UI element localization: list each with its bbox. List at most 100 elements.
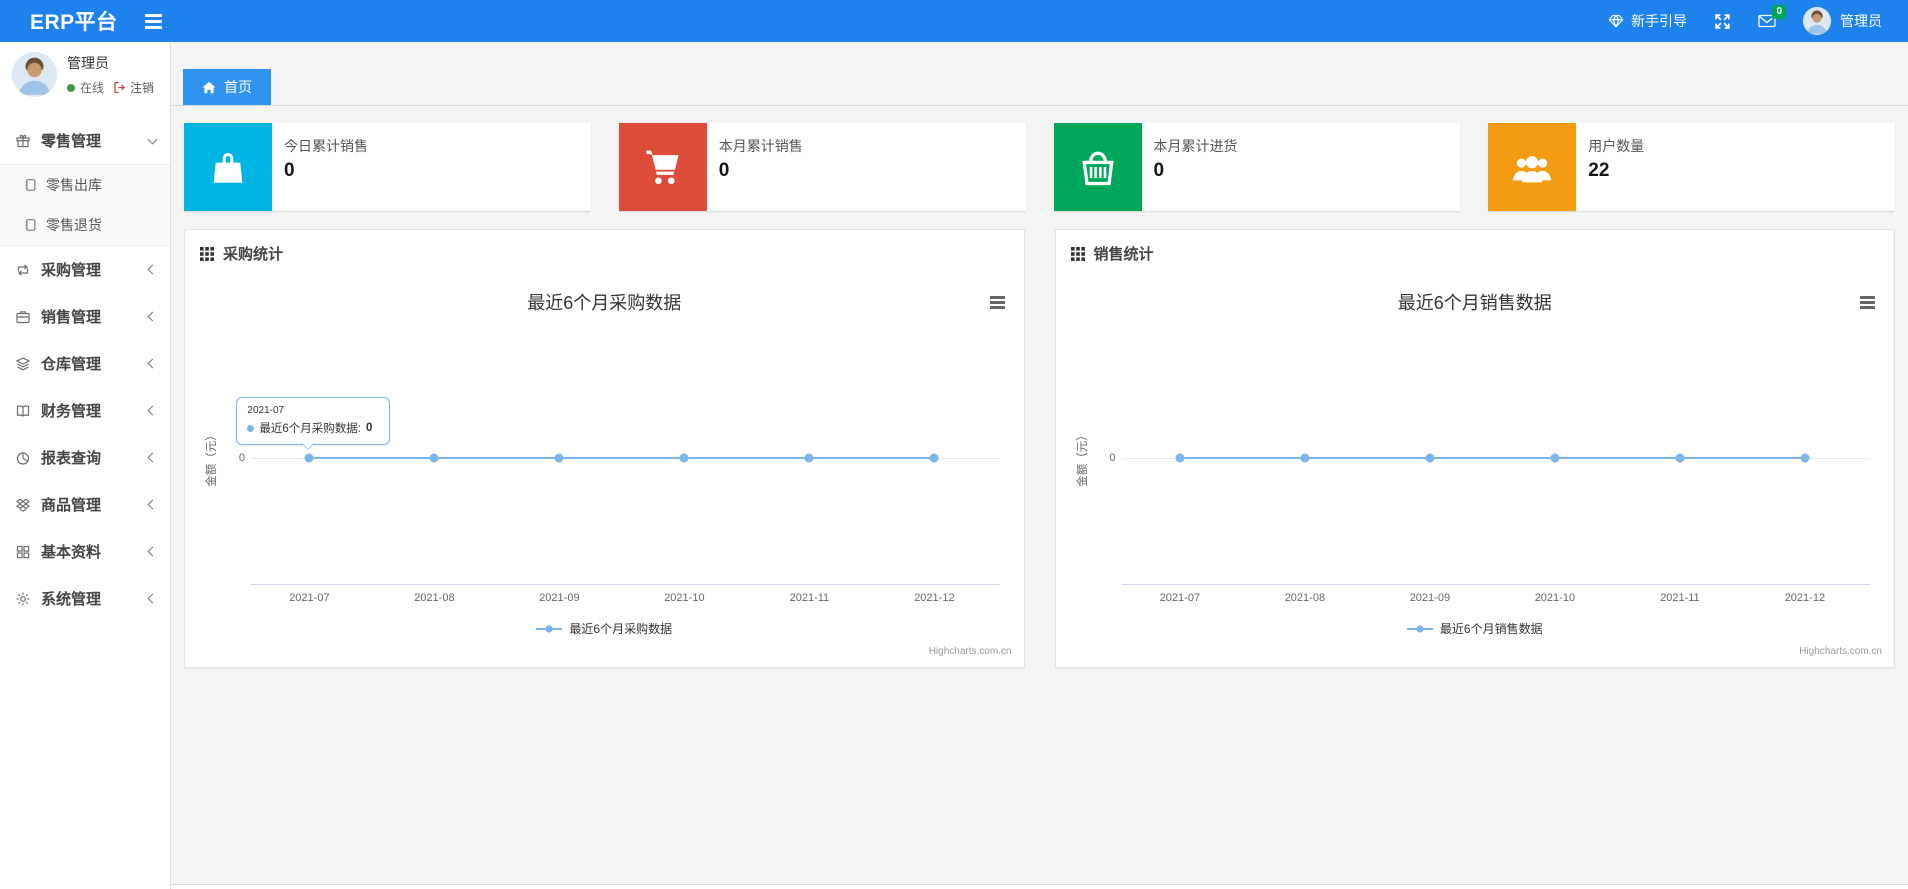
guide-link[interactable]: 新手引导 xyxy=(1608,11,1687,31)
logout-button[interactable]: 注销 xyxy=(113,79,154,96)
y-axis-tick: 0 xyxy=(1109,452,1116,465)
purchase-chart: 最近6个月采购数据 金额（元） 0 2021-07 2021-08 2021-0… xyxy=(195,275,1014,663)
series-line xyxy=(309,457,935,460)
sidebar: 管理员 在线 注销 零售管理 零售出库 零售退货 采购管理 销售管理 仓库管理 … xyxy=(0,42,171,889)
data-point xyxy=(804,453,814,463)
sidebar-item-label: 采购管理 xyxy=(41,262,102,279)
tab-bar: 首页 xyxy=(171,42,1908,106)
online-status: 在线 xyxy=(80,81,105,95)
grid-icon xyxy=(15,544,31,560)
y-axis-tick: 0 xyxy=(238,452,245,465)
page-footer xyxy=(171,884,1908,889)
x-axis-label: 2021-09 xyxy=(539,592,580,604)
legend-label: 最近6个月销售数据 xyxy=(1439,622,1543,636)
panel-header: 销售统计 xyxy=(1056,230,1895,275)
fullscreen-button[interactable] xyxy=(1714,13,1731,30)
sidebar-item-warehouse[interactable]: 仓库管理 xyxy=(0,340,170,387)
stat-value: 22 xyxy=(1588,160,1610,181)
stat-card-month-sales: 本月累计销售 0 xyxy=(618,123,1026,211)
sidebar-item-label: 销售管理 xyxy=(41,309,102,326)
sidebar-item-retail-outbound[interactable]: 零售出库 xyxy=(0,165,170,205)
stat-value: 0 xyxy=(284,160,295,181)
stat-cards-row: 今日累计销售 0 本月累计销售 0 本月累计进货 0 用户数量 22 xyxy=(184,123,1895,211)
user-menu[interactable]: 管理员 xyxy=(1803,7,1882,35)
sidebar-item-sales[interactable]: 销售管理 xyxy=(0,293,170,340)
legend-marker-icon xyxy=(1406,624,1433,633)
shopping-cart-icon xyxy=(618,123,707,211)
messages-button[interactable]: 0 xyxy=(1758,5,1786,29)
x-axis-label: 2021-07 xyxy=(289,592,330,604)
sidebar-item-label: 基本资料 xyxy=(41,544,102,561)
x-axis-label: 2021-11 xyxy=(789,592,830,604)
sidebar-item-label: 系统管理 xyxy=(41,591,102,608)
purchase-stats-panel: 采购统计 最近6个月采购数据 金额（元） 0 2021-07 2021-08 2… xyxy=(184,229,1025,668)
sidebar-item-retail[interactable]: 零售管理 xyxy=(0,117,170,164)
data-point xyxy=(1425,453,1435,463)
series-line xyxy=(1179,457,1805,460)
pie-chart-icon xyxy=(15,450,31,466)
home-icon xyxy=(202,81,216,94)
legend-marker-icon xyxy=(536,624,563,633)
y-axis-title: 金额（元） xyxy=(1076,429,1089,487)
journal-icon xyxy=(23,178,37,192)
dropbox-icon xyxy=(15,497,31,513)
chevron-left-icon xyxy=(147,264,158,275)
guide-label: 新手引导 xyxy=(1631,13,1687,29)
avatar xyxy=(1803,7,1831,35)
data-point xyxy=(1300,453,1310,463)
data-point xyxy=(679,453,689,463)
sidebar-toggle-icon[interactable] xyxy=(144,13,162,29)
x-axis-label: 2021-12 xyxy=(914,592,955,604)
x-axis-label: 2021-08 xyxy=(1284,592,1326,604)
highcharts-credit[interactable]: Highcharts.com.cn xyxy=(1799,646,1882,657)
chevron-left-icon xyxy=(147,311,158,322)
panel-header: 采购统计 xyxy=(185,230,1024,275)
plot-area: 金额（元） 0 2021-07 2021-08 2021-09 2021-10 … xyxy=(1077,327,1870,604)
chart-context-menu-button[interactable] xyxy=(1857,291,1878,314)
stat-value: 0 xyxy=(718,160,730,181)
briefcase-icon xyxy=(15,309,31,325)
data-point xyxy=(429,453,439,463)
sidebar-item-products[interactable]: 商品管理 xyxy=(0,481,170,528)
panel-title: 采购统计 xyxy=(223,246,284,263)
top-navbar: ERP平台 新手引导 0 管理员 xyxy=(0,0,1908,42)
sidebar-item-purchase[interactable]: 采购管理 xyxy=(0,246,170,293)
gear-icon xyxy=(15,591,31,607)
chevron-left-icon xyxy=(147,452,158,463)
legend-item[interactable]: 最近6个月销售数据 xyxy=(1066,620,1885,637)
legend-item[interactable]: 最近6个月采购数据 xyxy=(195,620,1014,637)
app-brand[interactable]: ERP平台 xyxy=(0,6,118,36)
sidebar-item-retail-returns[interactable]: 零售退货 xyxy=(0,205,170,245)
avatar xyxy=(12,52,57,97)
repeat-icon xyxy=(15,262,31,278)
shopping-basket-icon xyxy=(1053,123,1142,211)
sidebar-item-basic-data[interactable]: 基本资料 xyxy=(0,528,170,575)
plot-area: 金额（元） 0 2021-07 2021-08 2021-09 2021-10 … xyxy=(206,327,1000,604)
sidebar-item-label: 零售退货 xyxy=(46,217,102,233)
x-axis-label: 2021-09 xyxy=(1409,592,1451,604)
legend-label: 最近6个月采购数据 xyxy=(569,622,673,636)
mail-count-badge: 0 xyxy=(1772,5,1786,19)
sidebar-item-finance[interactable]: 财务管理 xyxy=(0,387,170,434)
sidebar-item-reports[interactable]: 报表查询 xyxy=(0,434,170,481)
stat-label: 今日累计销售 xyxy=(284,138,368,154)
book-open-icon xyxy=(15,403,31,419)
stat-card-user-count: 用户数量 22 xyxy=(1488,123,1895,211)
stat-card-today-sales: 今日累计销售 0 xyxy=(184,123,591,211)
tooltip-series-label: 最近6个月采购数据: xyxy=(259,423,361,436)
data-point xyxy=(1550,453,1560,463)
chart-title: 最近6个月销售数据 xyxy=(1397,293,1552,313)
stat-card-month-purchase: 本月累计进货 0 xyxy=(1053,123,1461,211)
main-content: 首页 今日累计销售 0 本月累计销售 0 本月累计进货 0 用户数量 22 采购… xyxy=(171,42,1908,889)
panel-title: 销售统计 xyxy=(1093,246,1154,263)
sidebar-menu: 零售管理 零售出库 零售退货 采购管理 销售管理 仓库管理 财务管理 报表查询 … xyxy=(0,117,170,622)
retail-submenu: 零售出库 零售退货 xyxy=(0,164,170,246)
chart-context-menu-button[interactable] xyxy=(987,291,1008,314)
gem-icon xyxy=(1608,13,1624,29)
sidebar-item-system[interactable]: 系统管理 xyxy=(0,575,170,622)
x-axis-label: 2021-10 xyxy=(1534,592,1576,604)
highcharts-credit[interactable]: Highcharts.com.cn xyxy=(929,646,1012,657)
sales-stats-panel: 销售统计 最近6个月销售数据 金额（元） 0 2021-07 2021-08 2… xyxy=(1054,229,1895,668)
tab-home[interactable]: 首页 xyxy=(183,69,271,105)
gift-icon xyxy=(15,133,31,149)
